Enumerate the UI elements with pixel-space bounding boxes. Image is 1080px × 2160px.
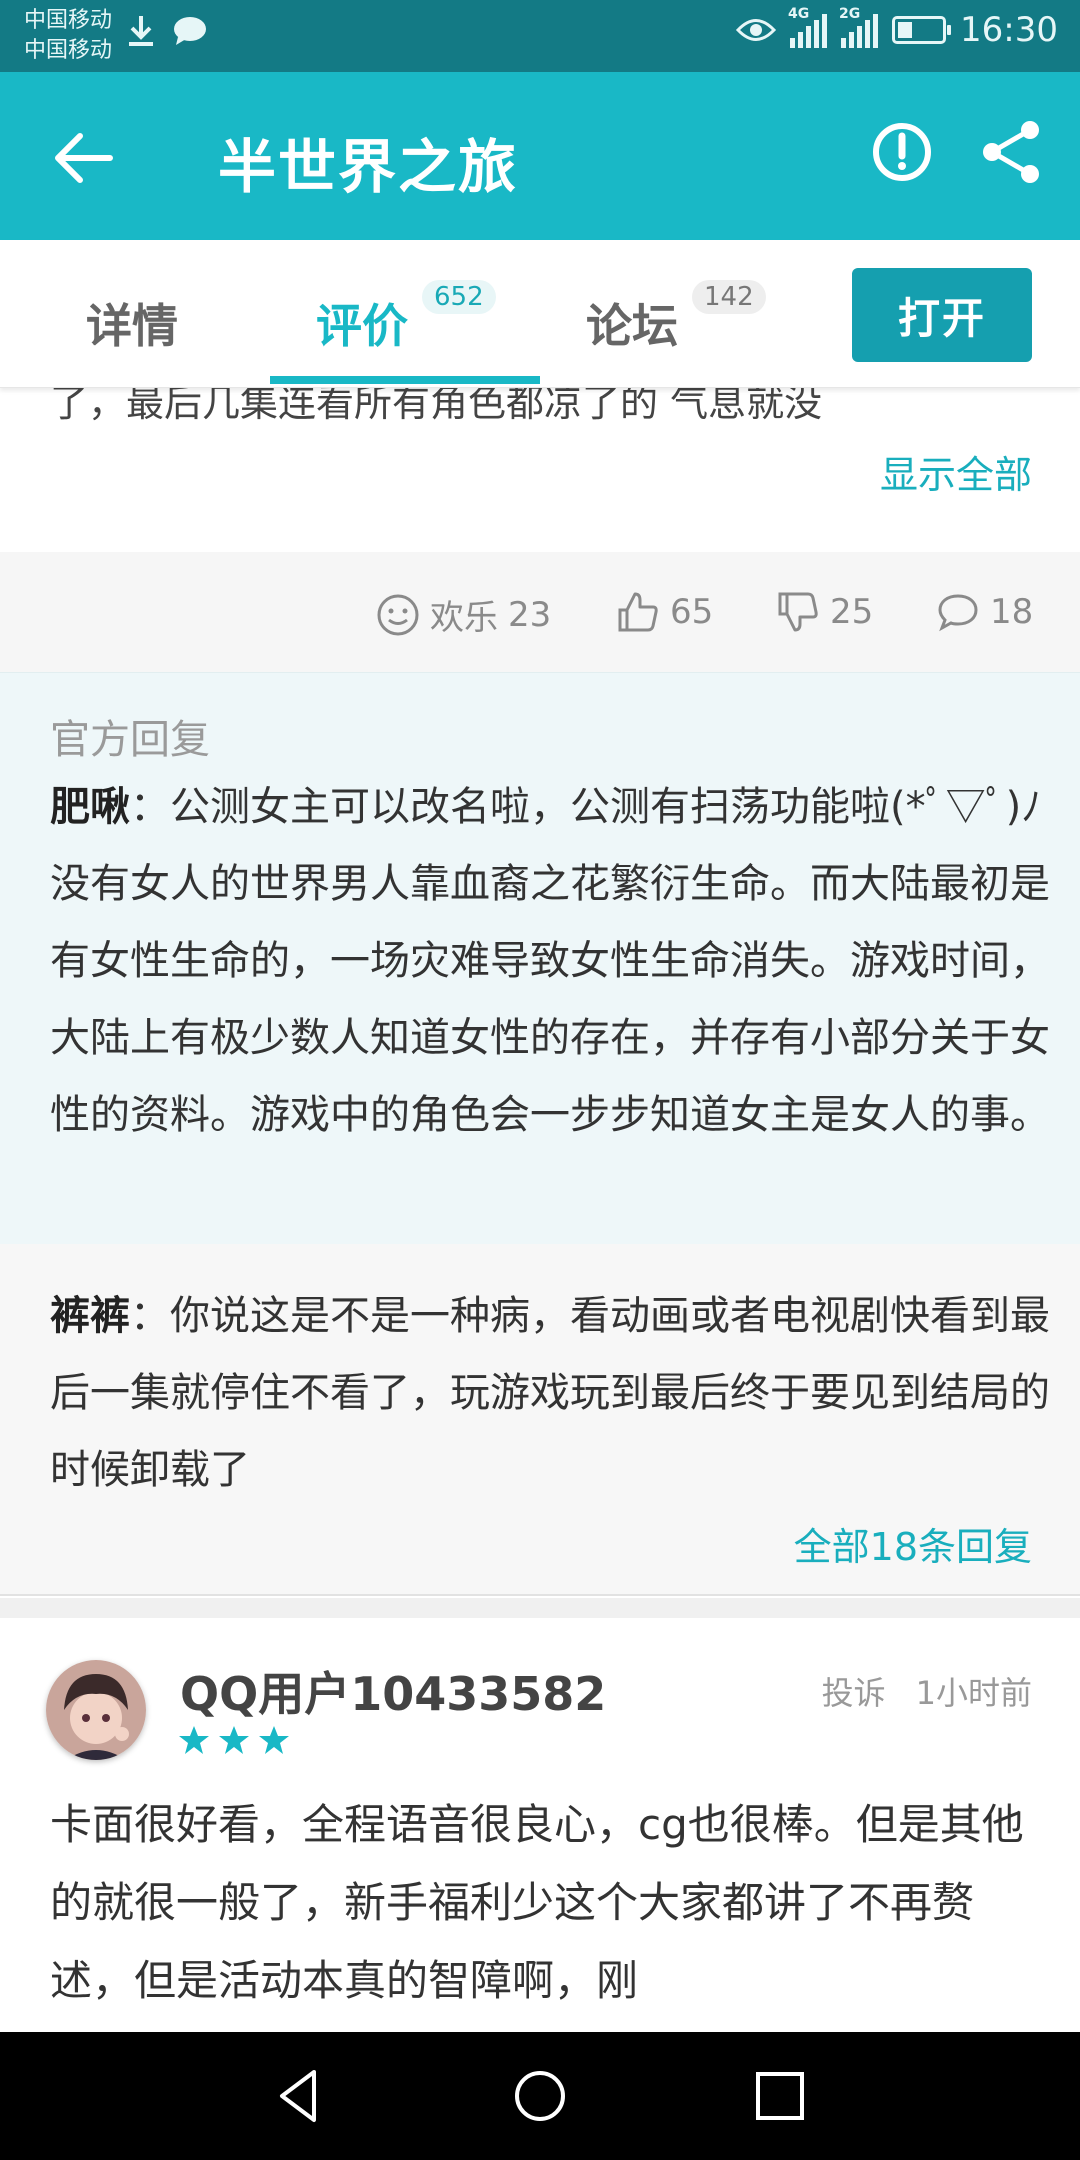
official-reply: 官方回复 肥啾：公测女主可以改名啦，公测有扫荡功能啦(*ﾟ▽ﾟ)ﾉ 没有女人的世… [0,672,1080,1244]
tab-forum-count: 142 [692,280,766,314]
review-time: 1小时前 [915,1674,1032,1712]
battery-icon [892,16,952,44]
carrier-info: 中国移动 中国移动 [24,6,112,66]
funny-label: 欢乐 [430,598,498,638]
review-card: QQ用户10433582 投诉 1小时前 卡面很好看，全程语音很良心，cg也很棒… [0,1618,1080,2032]
star-icon [179,1726,209,1754]
active-tab-indicator [270,376,540,384]
tab-bar: 详情 评价 652 论坛 142 打开 [0,240,1080,388]
like-count: 65 [670,592,714,632]
report-icon[interactable] [870,120,934,184]
signal-icon-1: 4G [788,6,828,48]
report-link[interactable]: 投诉 [822,1668,886,1714]
nav-recents-icon[interactable] [744,2060,816,2132]
system-nav-bar [0,2032,1080,2160]
download-icon [129,16,153,46]
review-text: 卡面很好看，全程语音很良心，cg也很棒。但是其他的就很一般了，新手福利少这个大家… [50,1800,1024,2005]
dislike-button[interactable]: 25 [776,590,873,634]
reviewer-name[interactable]: QQ用户10433582 [180,1658,606,1724]
thumbs-up-icon [618,592,658,632]
reply-item: 裤裤：你说这是不是一种病，看动画或者电视剧快看到最后一集就停住不看了，玩游戏玩到… [0,1244,1080,1596]
avatar[interactable] [46,1660,146,1760]
reaction-bar: 欢乐 23 65 25 18 [0,552,1080,672]
tab-reviews-label: 评价 [316,299,408,353]
rating-stars [178,1724,290,1756]
divider [0,1598,1080,1618]
status-bar: 中国移动 中国移动 4G 2G 16:30 [0,0,1080,72]
smiley-icon [377,594,419,635]
carrier-1: 中国移动 [24,8,113,33]
like-button[interactable]: 65 [616,590,713,634]
tab-details-label: 详情 [86,299,178,353]
official-reply-title: 官方回复 [50,717,210,763]
funny-button[interactable]: 欢乐 23 [376,590,551,639]
thumbs-down-icon [778,592,818,632]
page-title: 半世界之旅 [218,133,519,201]
official-reply-text: ：公测女主可以改名啦，公测有扫荡功能啦(*ﾟ▽ﾟ)ﾉ 没有女人的世界男人靠血裔之… [50,784,1050,1138]
carrier-2: 中国移动 [24,38,113,63]
nav-back-icon[interactable] [264,2060,336,2132]
official-reply-user[interactable]: 肥啾 [50,784,130,830]
reply-body: 裤裤：你说这是不是一种病，看动画或者电视剧快看到最后一集就停住不看了，玩游戏玩到… [50,1278,1050,1509]
official-reply-body: 肥啾：公测女主可以改名啦，公测有扫荡功能啦(*ﾟ▽ﾟ)ﾉ 没有女人的世界男人靠血… [50,769,1050,1154]
nav-home-icon[interactable] [504,2060,576,2132]
comment-count: 18 [990,592,1034,632]
comment-button[interactable]: 18 [936,590,1033,634]
all-replies-link[interactable]: 全部18条回复 [794,1516,1032,1571]
reply-text: ：你说这是不是一种病，看动画或者电视剧快看到最后一集就停住不看了，玩游戏玩到最后… [50,1293,1050,1493]
tab-reviews-count: 652 [422,280,496,314]
open-button[interactable]: 打开 [852,268,1032,362]
back-arrow-icon[interactable] [48,122,120,194]
show-all-link[interactable]: 显示全部 [880,444,1032,499]
reply-user[interactable]: 裤裤 [50,1293,130,1339]
clock: 16:30 [960,10,1058,50]
share-icon[interactable] [980,118,1044,186]
message-icon [174,17,206,45]
tab-forum-label: 论坛 [586,299,678,353]
comment-icon [938,594,978,632]
signal-icon-2: 2G [839,6,879,48]
eye-comfort-icon [736,19,777,41]
app-bar: 半世界之旅 [0,72,1080,240]
funny-count: 23 [508,594,552,635]
star-icon [259,1726,289,1754]
star-icon [219,1726,249,1754]
dislike-count: 25 [830,592,874,632]
review-meta: 投诉 1小时前 [822,1668,1032,1714]
